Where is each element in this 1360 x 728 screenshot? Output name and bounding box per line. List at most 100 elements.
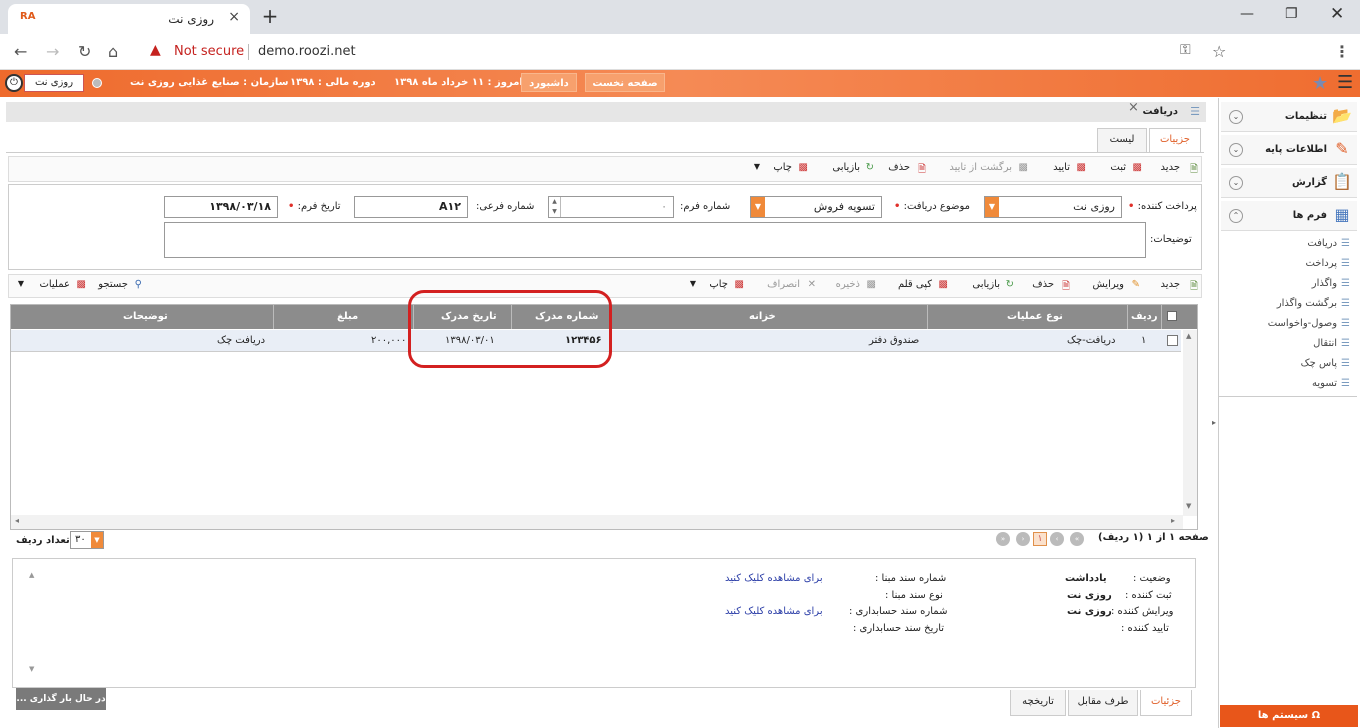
base-doc-link[interactable]: برای مشاهده کلیک کنید bbox=[725, 573, 823, 584]
form-tab[interactable]: ☰ دریافت × bbox=[6, 100, 1206, 122]
reload-button[interactable]: ↻ بازیابی bbox=[816, 158, 876, 180]
home-icon[interactable]: ⌂ bbox=[108, 42, 118, 61]
grid-print-button[interactable]: ▩ چاپ ▼ bbox=[684, 275, 746, 297]
sidebar-item-settle[interactable]: ☰تسویه bbox=[1312, 378, 1350, 389]
horizontal-scrollbar[interactable]: ◂ ▸ bbox=[11, 515, 1183, 529]
back-icon[interactable]: ← bbox=[14, 42, 27, 61]
sidebar-item-receive[interactable]: ☰دریافت bbox=[1307, 238, 1350, 249]
url-field[interactable]: ▲ Not secure demo.roozi.net bbox=[140, 38, 1240, 66]
chevron-down-icon[interactable]: ⌄ bbox=[1229, 110, 1243, 124]
scroll-up-icon[interactable]: ▲ bbox=[1186, 332, 1191, 340]
grid-reload-button[interactable]: ↻ بازیابی bbox=[956, 275, 1016, 297]
close-window-icon[interactable]: ✕ bbox=[1330, 4, 1344, 24]
new-button[interactable]: 🗎 جدید bbox=[1150, 158, 1200, 180]
bottom-tab-history[interactable]: تاریخچه bbox=[1010, 690, 1066, 716]
prev-page-icon[interactable]: ‹ bbox=[1050, 532, 1064, 546]
sidebar-item-assign[interactable]: ☰واگذار bbox=[1312, 278, 1350, 289]
sub-number-field[interactable]: A۱۲ bbox=[354, 196, 468, 218]
systems-button[interactable]: Ω سیستم ها bbox=[1220, 705, 1358, 727]
next-page-icon[interactable]: › bbox=[1016, 532, 1030, 546]
scroll-down-icon[interactable]: ▼ bbox=[29, 665, 34, 673]
acc-doc-link[interactable]: برای مشاهده کلیک کنید bbox=[725, 606, 823, 617]
print-button[interactable]: ▩ چاپ ▼ bbox=[748, 158, 810, 180]
key-icon[interactable]: ⚿ bbox=[1180, 42, 1191, 58]
select-all-checkbox[interactable] bbox=[1167, 311, 1177, 321]
column-header-row[interactable]: ردیف bbox=[1131, 311, 1158, 322]
save-button[interactable]: ▩ ثبت bbox=[1094, 158, 1144, 180]
minimize-icon[interactable]: — bbox=[1240, 6, 1254, 22]
vertical-scrollbar[interactable]: ▲ ▼ bbox=[1183, 330, 1197, 516]
url-text[interactable]: demo.roozi.net bbox=[258, 44, 356, 59]
sidebar-group-forms[interactable]: ▦ فرم ها ⌃ bbox=[1221, 201, 1357, 231]
notes-field[interactable] bbox=[164, 222, 1146, 258]
list-icon: ☰ bbox=[1341, 298, 1350, 309]
scroll-right-icon[interactable]: ▸ bbox=[1171, 516, 1175, 525]
last-page-icon[interactable]: » bbox=[996, 532, 1010, 546]
approve-button[interactable]: ▩ تایید bbox=[1034, 158, 1088, 180]
payer-field[interactable]: ▼ روزی نت bbox=[984, 196, 1122, 218]
chevron-down-icon[interactable]: ▼ bbox=[91, 532, 103, 548]
power-icon[interactable]: ⏻ bbox=[5, 74, 23, 92]
sidebar-item-cheque-pass[interactable]: ☰پاس چک bbox=[1301, 358, 1350, 369]
sidebar-group-report[interactable]: 📋 گزارش ⌄ bbox=[1221, 168, 1357, 198]
stepper-arrows-icon[interactable]: ▲ ▼ bbox=[549, 197, 561, 217]
revert-approval-button[interactable]: ▩ برگشت از تایید bbox=[938, 158, 1030, 180]
copy-item-button[interactable]: ▩ کپی قلم bbox=[884, 275, 950, 297]
sidebar-group-settings[interactable]: 📂 تنظیمات ⌄ bbox=[1221, 102, 1357, 132]
chevron-down-icon[interactable]: ⌄ bbox=[1229, 143, 1243, 157]
chevron-up-icon[interactable]: ⌃ bbox=[1229, 209, 1243, 223]
user-name[interactable]: روزی نت bbox=[24, 74, 84, 92]
sidebar-item-payment[interactable]: ☰پرداخت bbox=[1305, 258, 1350, 269]
scroll-up-icon[interactable]: ▲ bbox=[29, 571, 34, 579]
chevron-down-icon[interactable]: ▼ bbox=[751, 197, 765, 217]
grid-edit-button[interactable]: ✎ ویرایش bbox=[1078, 275, 1142, 297]
column-header-amount[interactable]: مبلغ bbox=[337, 311, 358, 322]
reload-icon[interactable]: ↻ bbox=[78, 42, 91, 61]
column-header-treasury[interactable]: خزانه bbox=[749, 311, 776, 322]
cell-treasury: صندوق دفتر bbox=[869, 335, 920, 346]
bottom-tab-details[interactable]: جزئیات bbox=[1140, 690, 1192, 716]
maximize-icon[interactable]: ❐ bbox=[1285, 6, 1298, 22]
sidebar-item-return-assign[interactable]: ☰برگشت واگذار bbox=[1277, 298, 1350, 309]
menu-kebab-icon[interactable]: ⋮ bbox=[1334, 42, 1350, 61]
not-secure-label[interactable]: Not secure bbox=[174, 44, 244, 59]
chevron-down-icon[interactable]: ▼ bbox=[985, 197, 999, 217]
first-page-button[interactable]: صفحه نخست bbox=[585, 73, 665, 92]
forward-icon[interactable]: → bbox=[46, 42, 59, 61]
hamburger-menu-icon[interactable]: ☰ bbox=[1337, 72, 1353, 93]
dashboard-button[interactable]: داشبورد bbox=[521, 73, 577, 92]
close-tab-icon[interactable]: × bbox=[228, 9, 240, 25]
subject-field[interactable]: ▼ تسویه فروش bbox=[750, 196, 882, 218]
first-page-icon[interactable]: « bbox=[1070, 532, 1084, 546]
tab-list[interactable]: لیست bbox=[1097, 128, 1147, 152]
form-number-stepper[interactable]: ▲ ▼ ۰ bbox=[548, 196, 674, 218]
column-header-operation[interactable]: نوع عملیات bbox=[1007, 311, 1063, 322]
tab-details[interactable]: جزییات bbox=[1149, 128, 1201, 152]
edit-icon: ✎ bbox=[1131, 279, 1140, 290]
bottom-tab-counterparty[interactable]: طرف مقابل bbox=[1068, 690, 1138, 716]
grid-new-button[interactable]: 🗎 جدید bbox=[1150, 275, 1200, 297]
new-tab-button[interactable]: + bbox=[258, 5, 282, 29]
grid-delete-button[interactable]: 🗎 حذف bbox=[1020, 275, 1072, 297]
scroll-left-icon[interactable]: ◂ bbox=[15, 516, 19, 525]
grid-save-button[interactable]: ▩ ذخیره bbox=[822, 275, 878, 297]
sidebar-item-collect[interactable]: ☰وصول-واخواست bbox=[1268, 318, 1350, 329]
sidebar-group-basic-info[interactable]: ✎ اطلاعات پایه ⌄ bbox=[1221, 135, 1357, 165]
favorite-star-icon[interactable]: ★ bbox=[1312, 73, 1328, 94]
rows-per-page-select[interactable]: ۳۰ ▼ bbox=[70, 531, 104, 549]
operations-button[interactable]: ▩ عملیات ▼ bbox=[14, 275, 88, 297]
bookmark-star-icon[interactable]: ☆ bbox=[1212, 42, 1226, 61]
scroll-down-icon[interactable]: ▼ bbox=[1186, 502, 1191, 510]
form-date-field[interactable]: ۱۳۹۸/۰۳/۱۸ bbox=[164, 196, 278, 218]
search-icon: ⚲ bbox=[134, 279, 142, 290]
close-icon[interactable]: × bbox=[1128, 100, 1139, 115]
row-checkbox[interactable] bbox=[1167, 335, 1178, 346]
search-button[interactable]: ⚲ جستجو bbox=[96, 275, 144, 297]
browser-tab[interactable]: RA روزی نت × bbox=[8, 4, 250, 34]
sidebar-item-transfer[interactable]: ☰انتقال bbox=[1313, 338, 1350, 349]
column-header-notes[interactable]: توضیحات bbox=[123, 311, 168, 322]
grid-cancel-button[interactable]: ✕ انصراف bbox=[756, 275, 818, 297]
chevron-down-icon[interactable]: ⌄ bbox=[1229, 176, 1243, 190]
current-page-button[interactable]: ۱ bbox=[1033, 532, 1047, 546]
delete-button[interactable]: 🗎 حذف bbox=[880, 158, 928, 180]
